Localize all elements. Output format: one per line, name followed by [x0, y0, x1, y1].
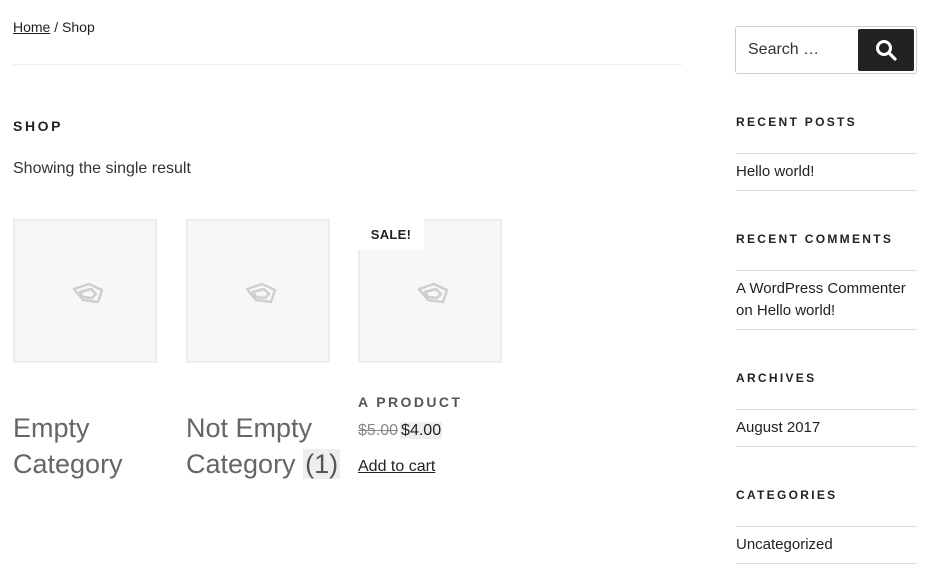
- archive-item: August 2017: [736, 417, 917, 439]
- category-title-empty[interactable]: Empty Category: [13, 410, 173, 482]
- add-to-cart-button[interactable]: Add to cart: [358, 458, 435, 476]
- search-icon: [876, 40, 897, 61]
- category-thumbnail-not-empty[interactable]: [186, 219, 330, 363]
- category-thumbnail-empty[interactable]: [13, 219, 157, 363]
- product-price: $5.00 $4.00: [358, 422, 443, 440]
- image-placeholder-icon: [72, 282, 104, 304]
- archives-title: ARCHIVES: [736, 371, 817, 385]
- recent-posts-title: RECENT POSTS: [736, 115, 857, 129]
- widget-divider: [736, 526, 917, 527]
- archive-link[interactable]: August 2017: [736, 419, 820, 436]
- widget-divider: [736, 563, 917, 564]
- image-placeholder-icon: [417, 282, 449, 304]
- comment-author-link[interactable]: A WordPress Commenter: [736, 280, 906, 297]
- comment-on-text: on: [736, 302, 757, 319]
- search-form: [735, 26, 917, 74]
- category-item: Uncategorized: [736, 534, 917, 556]
- search-input[interactable]: [736, 27, 856, 73]
- widget-divider: [736, 446, 917, 447]
- page: Home / Shop SHOP Showing the single resu…: [0, 0, 925, 578]
- categories-title: CATEGORIES: [736, 488, 838, 502]
- breadcrumb: Home / Shop: [13, 19, 95, 35]
- category-link[interactable]: Uncategorized: [736, 536, 833, 553]
- product-title[interactable]: A PRODUCT: [358, 394, 462, 410]
- recent-comment-item: A WordPress Commenter on Hello world!: [736, 278, 917, 322]
- sale-badge: SALE!: [358, 219, 424, 250]
- sale-price: $4.00: [400, 422, 443, 439]
- widget-divider: [736, 329, 917, 330]
- recent-post-link[interactable]: Hello world!: [736, 163, 814, 180]
- comment-post-link[interactable]: Hello world!: [757, 302, 835, 319]
- category-count: (1): [303, 449, 341, 479]
- result-count: Showing the single result: [13, 160, 191, 177]
- category-title-not-empty[interactable]: Not Empty Category (1): [186, 410, 346, 482]
- recent-post-item: Hello world!: [736, 161, 917, 183]
- image-placeholder-icon: [245, 282, 277, 304]
- recent-comments-title: RECENT COMMENTS: [736, 232, 894, 246]
- breadcrumb-current: Shop: [62, 19, 95, 35]
- search-button[interactable]: [858, 29, 914, 71]
- widget-divider: [736, 270, 917, 271]
- category-name[interactable]: Empty Category: [13, 413, 123, 479]
- breadcrumb-home-link[interactable]: Home: [13, 19, 50, 35]
- old-price: $5.00: [358, 422, 399, 439]
- page-title: SHOP: [13, 118, 64, 134]
- header-divider: [13, 64, 682, 65]
- breadcrumb-separator: /: [50, 19, 63, 35]
- widget-divider: [736, 190, 917, 191]
- category-name[interactable]: Not Empty Category: [186, 413, 312, 479]
- widget-divider: [736, 153, 917, 154]
- widget-divider: [736, 409, 917, 410]
